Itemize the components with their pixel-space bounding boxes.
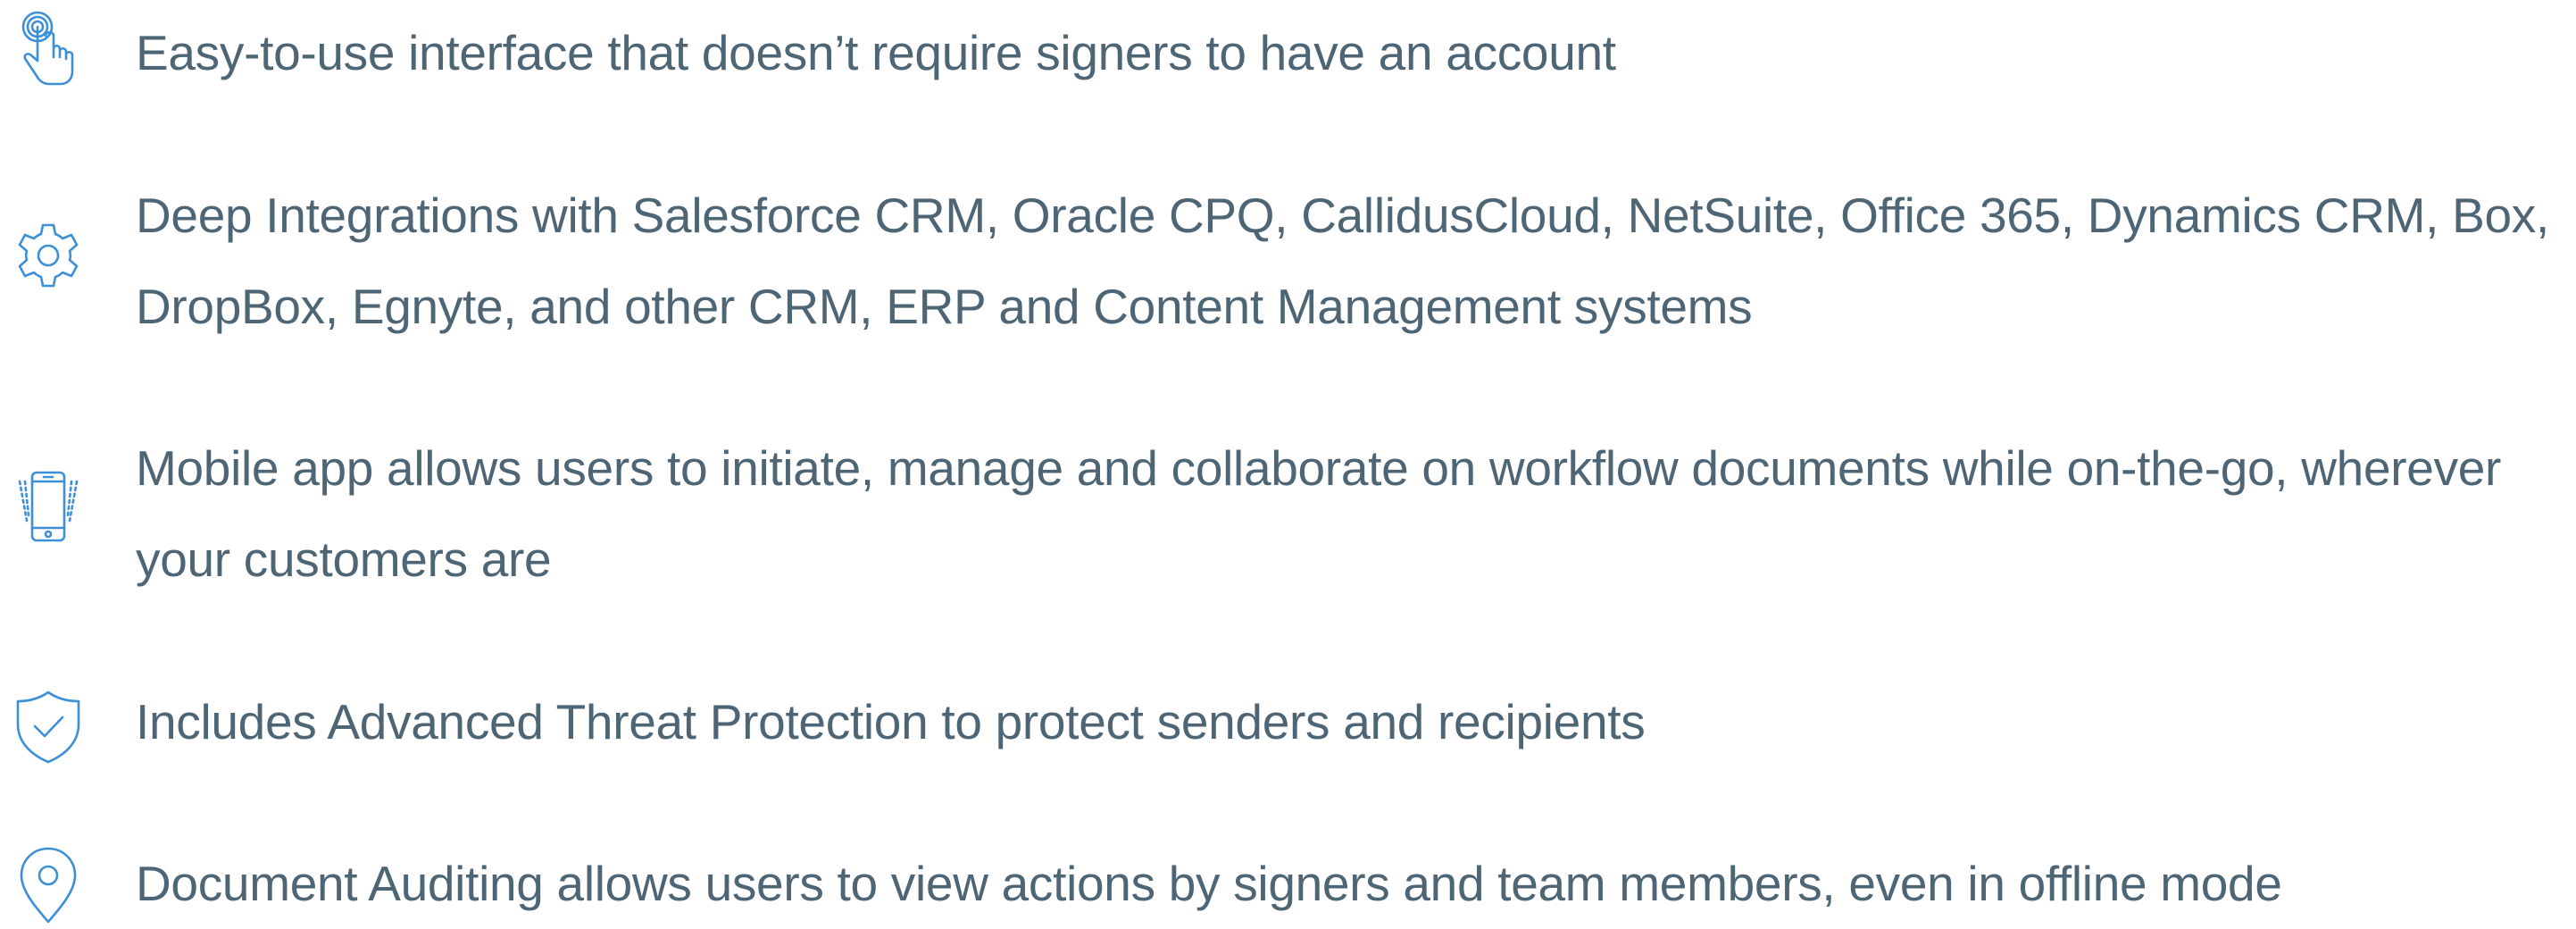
feature-text: Mobile app allows users to initiate, man… xyxy=(136,423,2576,605)
gear-icon xyxy=(5,213,91,298)
mobile-phone-icon xyxy=(5,465,91,551)
shield-check-icon xyxy=(5,683,91,769)
feature-line: Includes Advanced Threat Protection to p… xyxy=(136,694,1646,749)
feature-text: Document Auditing allows users to view a… xyxy=(136,838,2576,929)
touch-hand-icon xyxy=(5,9,91,95)
location-pin-icon xyxy=(5,841,91,927)
feature-line: your customers are xyxy=(136,531,552,587)
feature-line: DropBox, Egnyte, and other CRM, ERP and … xyxy=(136,279,1753,334)
feature-line: Deep Integrations with Salesforce CRM, O… xyxy=(136,188,2549,243)
feature-line: Easy-to-use interface that doesn’t requi… xyxy=(136,25,1616,80)
feature-line: Document Auditing allows users to view a… xyxy=(136,856,2282,911)
feature-text: Easy-to-use interface that doesn’t requi… xyxy=(136,7,2576,98)
feature-text: Deep Integrations with Salesforce CRM, O… xyxy=(136,170,2576,352)
feature-text: Includes Advanced Threat Protection to p… xyxy=(136,676,2576,767)
feature-line: Mobile app allows users to initiate, man… xyxy=(136,440,2502,496)
